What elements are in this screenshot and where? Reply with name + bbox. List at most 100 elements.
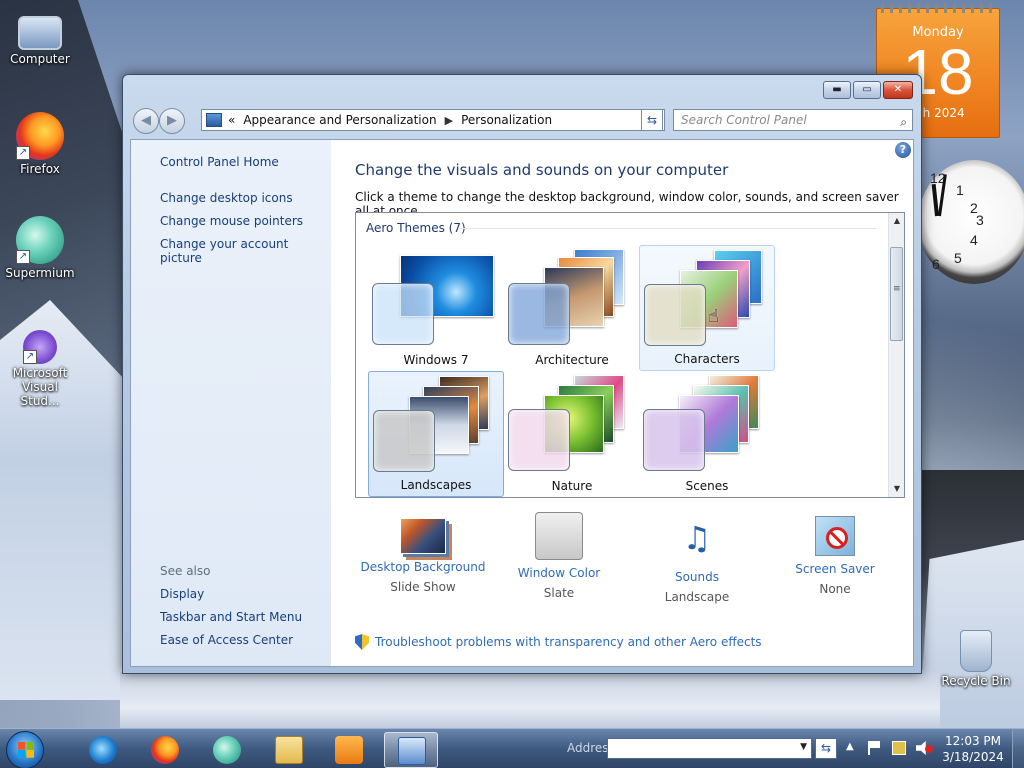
theme-color-swatch [508, 409, 570, 471]
clock-number: 1 [956, 182, 964, 198]
theme-color-swatch [643, 409, 705, 471]
address-bar[interactable]: « Appearance and Personalization ▶ Perso… [201, 109, 665, 131]
desktop-background-icon [400, 518, 446, 554]
taskbar-windows-explorer[interactable] [262, 732, 316, 768]
taskbar-go-button[interactable]: ⇆ [815, 738, 837, 759]
theme-color-swatch [372, 283, 434, 345]
search-input[interactable]: Search Control Panel ⌕ [673, 109, 913, 131]
shortcut-arrow-icon: ↗ [16, 146, 30, 160]
breadcrumb-separator[interactable]: ▶ [445, 114, 453, 127]
taskbar-address-input[interactable]: ▼ [607, 738, 812, 759]
desktop-icon-recycle-bin[interactable]: Recycle Bin [936, 630, 1016, 688]
group-divider [458, 228, 876, 229]
theme-nature[interactable]: Nature [504, 371, 640, 497]
visual-studio-icon: ↗ [23, 330, 57, 364]
taskbar-internet-explorer[interactable] [76, 732, 130, 768]
clock-number: 5 [954, 250, 962, 266]
control-panel-icon [206, 113, 222, 127]
theme-scenes[interactable]: Scenes [639, 371, 775, 497]
forward-button[interactable]: ▶ [159, 108, 185, 134]
desktop-icon-supermium[interactable]: ↗ Supermium [0, 216, 80, 280]
breadcrumb-personalization[interactable]: Personalization [461, 113, 552, 127]
theme-characters[interactable]: ☝ Characters [639, 245, 775, 371]
clock-gadget[interactable]: 12 1 2 3 4 5 6 [918, 160, 1024, 284]
scroll-down-arrow-icon[interactable]: ▼ [889, 481, 904, 497]
setting-name[interactable]: Screen Saver [767, 562, 903, 576]
show-desktop-button[interactable] [1012, 729, 1024, 768]
theme-landscapes[interactable]: Landscapes [368, 371, 504, 497]
taskbar-start-menu-link[interactable]: Taskbar and Start Menu [160, 610, 302, 624]
desktop-icon-visual-studio[interactable]: ↗ Microsoft Visual Stud... [0, 322, 80, 408]
taskbar-clock[interactable]: 12:03 PM 3/18/2024 [940, 733, 1006, 765]
internet-explorer-icon [89, 736, 117, 764]
breadcrumb-overflow[interactable]: « [228, 113, 235, 127]
screen-saver-setting[interactable]: Screen Saver None [767, 512, 903, 596]
close-button[interactable]: ✕ [883, 81, 913, 99]
aero-themes-group-title: Aero Themes (7) [366, 221, 466, 235]
setting-value: Slide Show [390, 580, 456, 594]
wallpaper-ice-bottom [120, 672, 940, 732]
window-color-setting[interactable]: Window Color Slate [491, 512, 627, 600]
theme-label: Windows 7 [403, 353, 469, 367]
mouse-cursor-icon: ☝ [708, 306, 719, 327]
control-panel-home-link[interactable]: Control Panel Home [160, 155, 279, 169]
theme-color-swatch [508, 283, 570, 345]
sounds-setting[interactable]: ♫ Sounds Landscape [629, 512, 765, 604]
firefox-icon: ↗ [16, 112, 64, 160]
setting-name[interactable]: Desktop Background [355, 560, 491, 574]
desktop-icon-computer[interactable]: Computer [0, 8, 80, 66]
theme-windows-7[interactable]: Windows 7 [368, 245, 504, 371]
taskbar: Address ▼ ⇆ ▲ 12:03 PM 3/18/2024 [0, 728, 1024, 768]
maximize-button[interactable]: ▭ [853, 81, 881, 99]
desktop-icon-label: Microsoft Visual Stud... [12, 366, 68, 408]
navigation-bar: ◀ ▶ « Appearance and Personalization ▶ P… [131, 107, 913, 134]
theme-label: Characters [674, 352, 740, 366]
taskbar-media-player[interactable] [322, 732, 376, 768]
breadcrumb-appearance[interactable]: Appearance and Personalization [243, 113, 436, 127]
chevron-down-icon[interactable]: ▼ [800, 742, 807, 752]
ease-of-access-link[interactable]: Ease of Access Center [160, 633, 293, 647]
troubleshoot-link[interactable]: Troubleshoot problems with transparency … [355, 634, 762, 650]
setting-name[interactable]: Window Color [491, 566, 627, 580]
desktop-icon-label: Supermium [5, 266, 75, 280]
search-icon[interactable]: ⌕ [900, 112, 907, 132]
personalization-window[interactable]: ▬ ▭ ✕ ◀ ▶ « Appearance and Personalizati… [122, 74, 922, 674]
back-button[interactable]: ◀ [133, 108, 159, 134]
clock-time: 12:03 PM [945, 734, 1001, 748]
scroll-thumb[interactable] [890, 247, 903, 341]
calendar-rings [881, 3, 995, 13]
help-icon[interactable]: ? [895, 142, 911, 158]
themes-list[interactable]: Aero Themes (7) Windows 7 Architecture ☝… [355, 212, 905, 498]
taskbar-firefox[interactable] [138, 732, 192, 768]
setting-value: Slate [543, 586, 575, 600]
taskbar-control-panel[interactable] [384, 732, 438, 768]
taskbar-supermium[interactable] [200, 732, 254, 768]
display-link[interactable]: Display [160, 587, 204, 601]
action-center-flag-icon[interactable] [868, 741, 882, 755]
change-desktop-icons-link[interactable]: Change desktop icons [160, 191, 293, 205]
firefox-icon [151, 736, 179, 764]
change-account-picture-link[interactable]: Change your account picture [160, 237, 331, 265]
shortcut-arrow-icon: ↗ [16, 250, 30, 264]
desktop-icon-firefox[interactable]: ↗ Firefox [0, 112, 80, 176]
change-mouse-pointers-link[interactable]: Change mouse pointers [160, 214, 303, 228]
refresh-button[interactable]: ⇆ [641, 109, 663, 131]
theme-color-swatch [373, 410, 435, 472]
desktop-background-setting[interactable]: Desktop Background Slide Show [355, 512, 491, 594]
start-button[interactable] [6, 731, 44, 768]
themes-scrollbar[interactable]: ▲ ▼ [888, 213, 904, 497]
troubleshoot-label[interactable]: Troubleshoot problems with transparency … [375, 635, 762, 649]
power-icon[interactable] [892, 741, 906, 755]
page-title: Change the visuals and sounds on your co… [355, 161, 729, 179]
show-hidden-icons-icon[interactable]: ▲ [846, 741, 854, 752]
theme-architecture[interactable]: Architecture [504, 245, 640, 371]
theme-label: Nature [551, 479, 593, 493]
setting-name[interactable]: Sounds [629, 570, 765, 584]
shield-icon [355, 634, 369, 650]
media-player-icon [335, 736, 363, 764]
minimize-button[interactable]: ▬ [823, 81, 851, 99]
supermium-icon: ↗ [16, 216, 64, 264]
clock-number: 4 [970, 232, 978, 248]
scroll-up-arrow-icon[interactable]: ▲ [889, 213, 904, 229]
supermium-icon [213, 736, 241, 764]
